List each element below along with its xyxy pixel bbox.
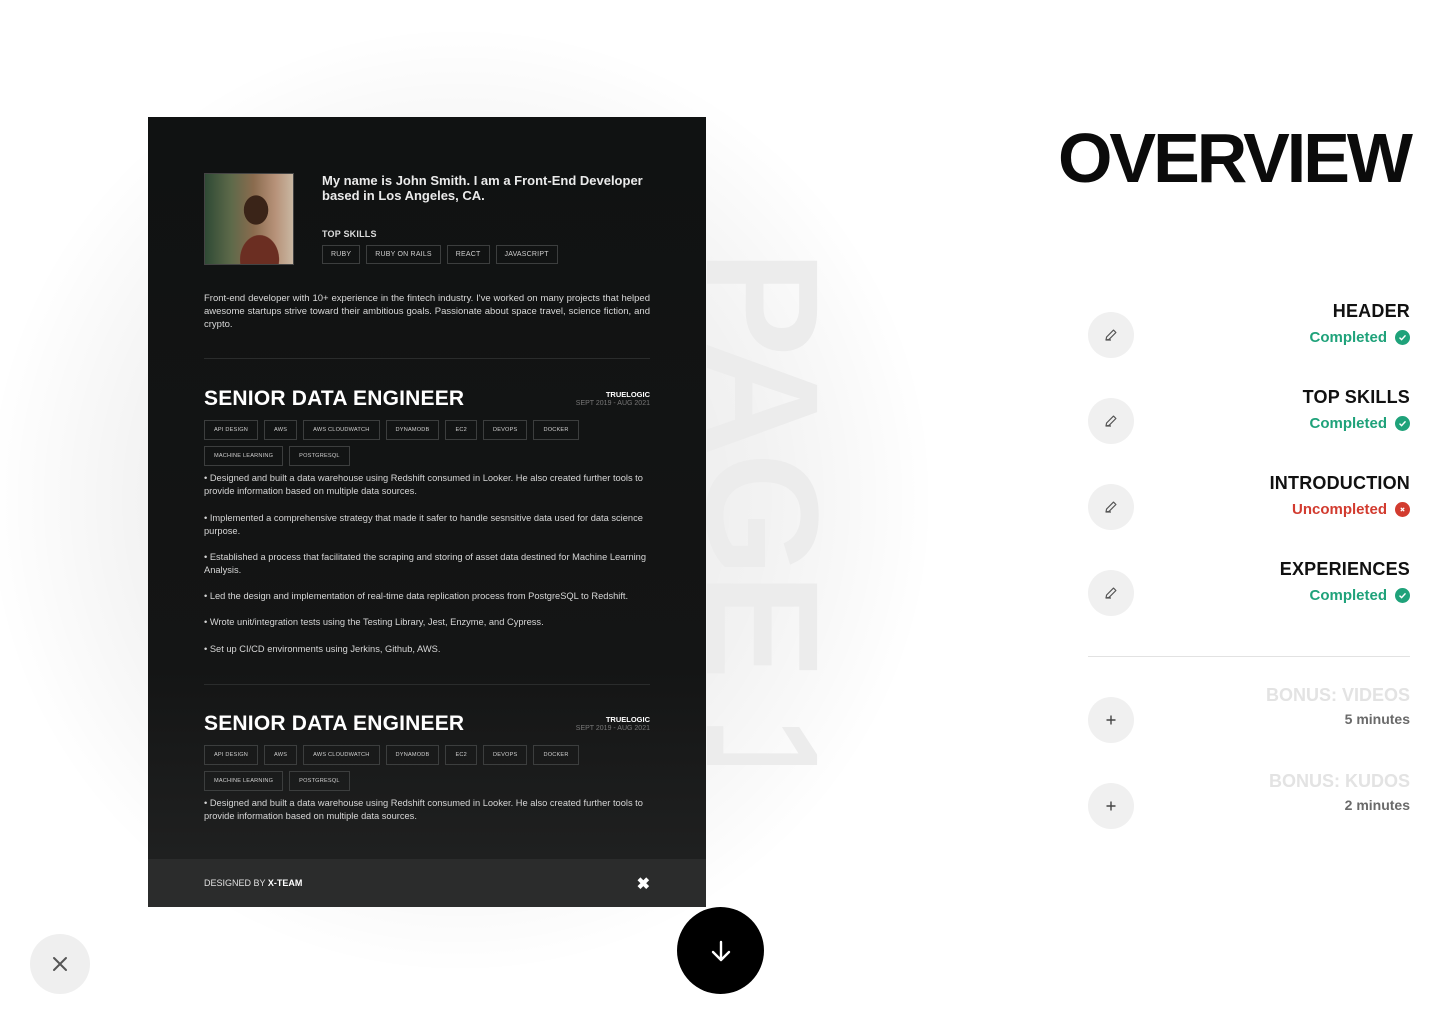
- skill-tag: JAVASCRIPT: [495, 245, 558, 264]
- skill-tag: RUBY ON RAILS: [366, 245, 441, 264]
- tech-tag: POSTGRESQL: [289, 446, 350, 466]
- close-icon: [53, 957, 67, 971]
- section-status: Completed: [1309, 329, 1410, 346]
- resume-preview: My name is John Smith. I am a Front-End …: [148, 117, 706, 907]
- resume-bio: Front-end developer with 10+ experience …: [204, 293, 650, 330]
- profile-photo: [204, 173, 294, 265]
- check-icon: [1395, 330, 1410, 345]
- edit-button[interactable]: [1088, 570, 1134, 616]
- arrow-down-icon: [711, 940, 730, 961]
- plus-icon: [1106, 801, 1116, 811]
- tech-tag: DOCKER: [533, 420, 579, 440]
- section-name: HEADER: [1332, 301, 1410, 321]
- section-name: INTRODUCTION: [1269, 473, 1410, 493]
- experience-tags: API DESIGN AWS AWS CLOUDWATCH DYNAMODB E…: [204, 745, 654, 791]
- x-team-logo-icon: ✖: [636, 876, 650, 893]
- tech-tag: AWS CLOUDWATCH: [303, 745, 380, 765]
- plus-icon: [1106, 715, 1116, 725]
- bonus-kudos[interactable]: BONUS: KUDOS 2 minutes: [1088, 771, 1410, 833]
- designed-by: DESIGNED BY X-TEAM: [204, 878, 303, 888]
- pencil-icon: [1105, 501, 1117, 513]
- divider: [204, 684, 650, 685]
- resume-footer: DESIGNED BY X-TEAM ✖: [148, 859, 706, 907]
- pencil-icon: [1105, 415, 1117, 427]
- experience-bullet: • Led the design and implementation of r…: [204, 591, 629, 601]
- tech-tag: DOCKER: [533, 745, 579, 765]
- tech-tag: MACHINE LEARNING: [204, 771, 284, 791]
- download-button[interactable]: [677, 907, 764, 994]
- tech-tag: DYNAMODB: [385, 420, 440, 440]
- tech-tag: AWS: [264, 420, 298, 440]
- tech-tag: DEVOPS: [482, 745, 528, 765]
- experience-bullet: • Designed and built a data warehouse us…: [204, 473, 643, 496]
- section-name: TOP SKILLS: [1302, 387, 1410, 407]
- divider: [1088, 656, 1410, 657]
- page-watermark: PAGE 1: [700, 250, 825, 765]
- edit-button[interactable]: [1088, 398, 1134, 444]
- section-header[interactable]: HEADER Completed: [1088, 301, 1410, 362]
- experience-company: TRUELOGIC: [605, 715, 650, 724]
- tech-tag: MACHINE LEARNING: [204, 446, 284, 466]
- pencil-icon: [1105, 587, 1117, 599]
- section-introduction[interactable]: INTRODUCTION Uncompleted: [1088, 473, 1410, 534]
- section-status: Completed: [1309, 415, 1410, 432]
- experience-title: SENIOR DATA ENGINEER: [204, 387, 465, 410]
- check-icon: [1395, 416, 1410, 431]
- bonus-name: BONUS: VIDEOS: [1265, 685, 1410, 705]
- tech-tag: API DESIGN: [204, 420, 259, 440]
- experience-company: TRUELOGIC: [605, 390, 650, 399]
- pencil-icon: [1105, 329, 1117, 341]
- top-skills-list: RUBY RUBY ON RAILS REACT JAVASCRIPT: [322, 245, 558, 264]
- divider: [204, 358, 650, 359]
- skill-tag: REACT: [446, 245, 490, 264]
- experience-bullet: • Wrote unit/integration tests using the…: [204, 617, 544, 627]
- add-button[interactable]: [1088, 697, 1134, 743]
- experience-bullet: • Implemented a comprehensive strategy t…: [204, 513, 643, 536]
- experience-bullet: • Established a process that facilitated…: [204, 552, 647, 575]
- experience-bullet: • Designed and built a data warehouse us…: [204, 798, 643, 821]
- skill-tag: RUBY: [322, 245, 361, 264]
- tech-tag: EC2: [445, 745, 477, 765]
- bonus-name: BONUS: KUDOS: [1268, 771, 1410, 791]
- bonus-duration: 5 minutes: [1344, 711, 1410, 727]
- section-status: Uncompleted: [1292, 501, 1410, 518]
- section-experiences[interactable]: EXPERIENCES Completed: [1088, 559, 1410, 620]
- edit-button[interactable]: [1088, 312, 1134, 358]
- experience-dates: SEPT 2019 - AUG 2021: [575, 400, 650, 407]
- bonus-videos[interactable]: BONUS: VIDEOS 5 minutes: [1088, 685, 1410, 747]
- section-top-skills[interactable]: TOP SKILLS Completed: [1088, 387, 1410, 448]
- bonus-duration: 2 minutes: [1344, 797, 1410, 813]
- tech-tag: POSTGRESQL: [289, 771, 350, 791]
- add-button[interactable]: [1088, 783, 1134, 829]
- experience-title: SENIOR DATA ENGINEER: [204, 712, 465, 735]
- tech-tag: DEVOPS: [482, 420, 528, 440]
- tech-tag: AWS CLOUDWATCH: [303, 420, 380, 440]
- tech-tag: DYNAMODB: [385, 745, 440, 765]
- experience-bullet: • Set up CI/CD environments using Jerkin…: [204, 644, 441, 654]
- resume-intro: My name is John Smith. I am a Front-End …: [322, 173, 643, 203]
- section-name: EXPERIENCES: [1279, 559, 1410, 579]
- edit-button[interactable]: [1088, 484, 1134, 530]
- top-skills-label: TOP SKILLS: [322, 229, 377, 239]
- x-circle-icon: [1395, 502, 1410, 517]
- experience-dates: SEPT 2019 - AUG 2021: [575, 725, 650, 732]
- tech-tag: EC2: [445, 420, 477, 440]
- check-icon: [1395, 588, 1410, 603]
- tech-tag: API DESIGN: [204, 745, 259, 765]
- section-status: Completed: [1309, 587, 1410, 604]
- close-button[interactable]: [30, 934, 90, 994]
- tech-tag: AWS: [264, 745, 298, 765]
- overview-title: OVERVIEW: [1057, 119, 1413, 197]
- experience-tags: API DESIGN AWS AWS CLOUDWATCH DYNAMODB E…: [204, 420, 654, 466]
